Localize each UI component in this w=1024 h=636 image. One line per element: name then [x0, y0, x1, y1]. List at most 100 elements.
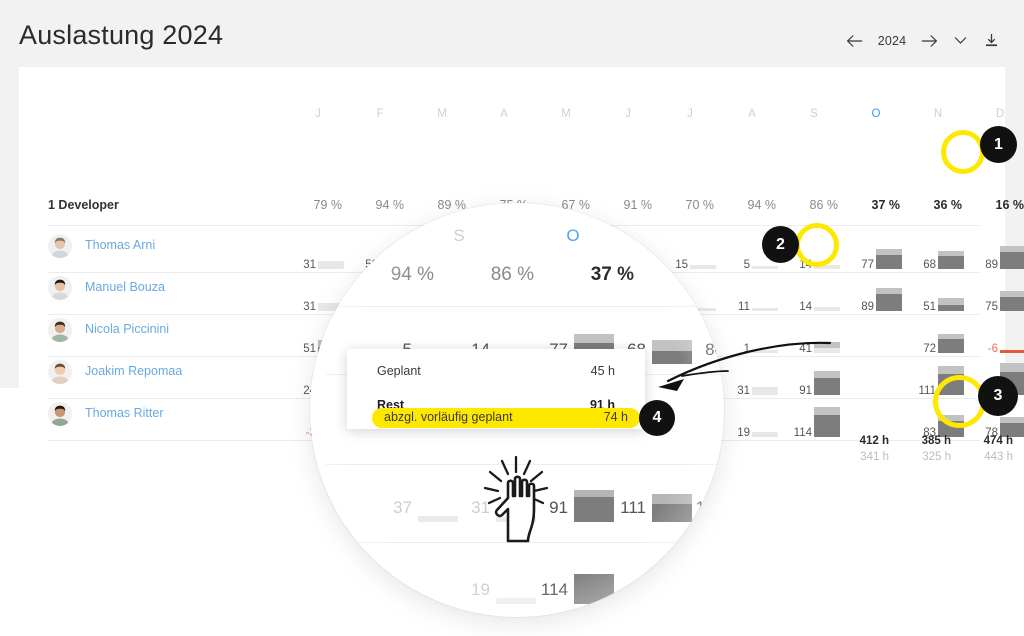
cell-r3-c7[interactable]: 31	[721, 356, 783, 398]
person-name[interactable]: Manuel Bouza	[85, 280, 165, 294]
summary-pct-10: 36 %	[933, 198, 963, 212]
callout-badge-1: 1	[980, 126, 1017, 163]
cell-value: 111	[918, 385, 936, 397]
cell-value: 1	[743, 343, 750, 355]
bar-segment-light	[574, 490, 614, 497]
bar-segment-main	[814, 307, 840, 311]
bar-segment-main	[876, 255, 902, 269]
cell-r2-c11[interactable]: -6	[969, 314, 1024, 356]
summary-pct-7: 94 %	[747, 198, 777, 212]
cell-value: 5	[743, 259, 750, 271]
cell-bar	[752, 387, 778, 395]
bar-segment-main	[814, 265, 840, 269]
cell-value: -6	[987, 343, 998, 355]
cell-r1-c10[interactable]: 51	[907, 272, 969, 314]
lens-pct-0: 94 %	[390, 264, 434, 285]
cell-r2-c7[interactable]: 1	[721, 314, 783, 356]
bar-segment-light	[938, 366, 964, 374]
person-name[interactable]: Joakim Repomaa	[85, 364, 182, 378]
cell-r0-c11[interactable]: 89	[969, 230, 1024, 272]
callout-badge-2: 2	[762, 226, 799, 263]
cell-value: 41	[799, 343, 812, 355]
total-cell-0: 412 h 341 h	[845, 435, 907, 463]
cell-r1-c11[interactable]: 75	[969, 272, 1024, 314]
cell-bar	[938, 366, 964, 395]
summary-pct-8: 86 %	[809, 198, 839, 212]
cell-r2-c8[interactable]: 41	[783, 314, 845, 356]
cell-r3-c10[interactable]: 111	[907, 356, 969, 398]
cell-r4-c7[interactable]: 19	[721, 398, 783, 440]
tooltip-value: 45 h	[590, 364, 615, 378]
summary-pct-1: 94 %	[375, 198, 405, 212]
month-header-3: A	[500, 108, 508, 120]
summary-label: 1 Developer	[48, 198, 119, 212]
chevron-down-icon[interactable]	[952, 32, 969, 49]
cell-bar	[814, 265, 840, 269]
cell-value: 89	[861, 301, 874, 313]
lens-month-2: N	[682, 226, 696, 245]
callout-badge-4: 4	[639, 400, 675, 436]
cell-bar	[752, 266, 778, 269]
cell-value: 11	[738, 301, 750, 313]
lens-month-1: O	[566, 226, 580, 245]
bar-segment-main	[814, 348, 840, 353]
cell-r4-c10[interactable]: 83	[907, 398, 969, 440]
cell-r2-c10[interactable]: 72	[907, 314, 969, 356]
total-primary: 412 h	[859, 435, 889, 447]
download-icon[interactable]	[983, 32, 1000, 49]
cell-r3-c8[interactable]: 91	[783, 356, 845, 398]
person-name[interactable]: Thomas Arni	[85, 238, 155, 252]
cell-value: 14	[799, 301, 812, 313]
bar-segment-main	[752, 308, 778, 311]
summary-pct-5: 91 %	[623, 198, 653, 212]
total-primary: 474 h	[983, 435, 1013, 447]
cell-bar	[938, 251, 964, 269]
tooltip-row-0: Geplant 45 h	[377, 364, 615, 385]
cell-r0-c10[interactable]: 68	[907, 230, 969, 272]
bar-segment-main	[1000, 252, 1024, 269]
cell-r1-c9[interactable]: 89	[845, 272, 907, 314]
page-header: Auslastung 2024 2024	[0, 0, 1024, 67]
month-header-2: M	[437, 108, 447, 120]
summary-pct-11: 16 %	[995, 198, 1024, 212]
bar-segment-main	[938, 339, 964, 353]
cell-bar	[752, 308, 778, 311]
lens-divider-0	[326, 306, 724, 307]
person-name[interactable]: Nicola Piccinini	[85, 322, 169, 336]
arrow-right-icon[interactable]	[921, 32, 938, 49]
lens-row3-value-3: 78	[705, 580, 724, 599]
cell-r1-c7[interactable]: 11	[721, 272, 783, 314]
lens-pct-3: 36 %	[690, 264, 724, 285]
cell-value: 68	[923, 259, 936, 271]
cell-value: 31	[303, 259, 316, 271]
bar-segment-light	[1000, 363, 1024, 372]
month-header-10: N	[933, 108, 943, 120]
cell-bar	[1000, 417, 1024, 437]
lens-pct-2: 37 %	[590, 264, 634, 285]
cell-bar	[938, 334, 964, 353]
cell-bar	[814, 407, 840, 437]
bar-segment-main	[752, 350, 778, 353]
month-header-8: S	[810, 108, 818, 120]
callout-badge-3: 3	[978, 376, 1018, 416]
lens-row3-value-1: 114	[540, 580, 568, 599]
arrow-left-icon[interactable]	[846, 32, 863, 49]
cell-r1-c8[interactable]: 14	[783, 272, 845, 314]
cell-bar	[876, 288, 902, 311]
summary-pct-9: 37 %	[871, 198, 901, 212]
bar-segment-main	[752, 387, 778, 395]
bar-segment-light	[814, 407, 840, 415]
summary-pct-2: 89 %	[437, 198, 467, 212]
avatar-thomas-arni-icon	[48, 234, 72, 258]
cell-r0-c9[interactable]: 77	[845, 230, 907, 272]
cell-value: 51	[303, 343, 316, 355]
avatar-manuel-bouza-icon	[48, 276, 72, 300]
year-label[interactable]: 2024	[877, 34, 907, 48]
hand-cursor-click	[482, 455, 558, 545]
avatar-nicola-piccinini-icon	[48, 318, 72, 342]
total-secondary: 443 h	[984, 451, 1013, 463]
lens-row3-value-2: 83	[627, 580, 646, 599]
person-name[interactable]: Thomas Ritter	[85, 406, 164, 420]
cell-r4-c8[interactable]: 114	[783, 398, 845, 440]
cell-value: 51	[923, 301, 936, 313]
